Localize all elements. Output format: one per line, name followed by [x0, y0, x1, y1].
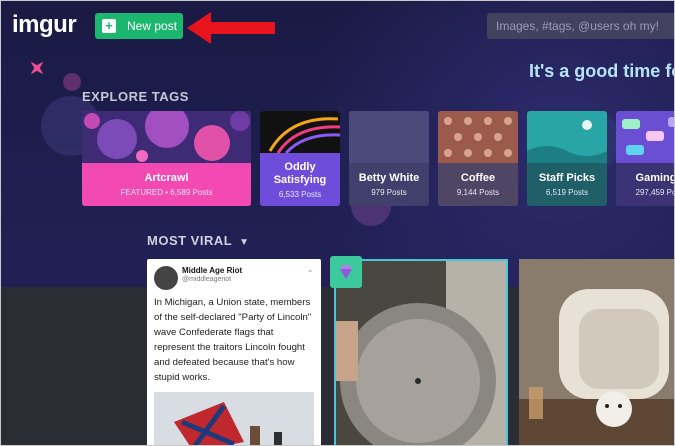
post-card[interactable] — [519, 259, 674, 445]
most-viral-dropdown[interactable]: MOST VIRAL ▼ — [147, 233, 249, 248]
tag-card-staff-picks[interactable]: Staff Picks 6,519 Posts — [527, 111, 607, 206]
tag-count: FEATURED • 6,589 Posts — [120, 188, 213, 197]
decorative-blob — [63, 73, 81, 91]
tweet-menu-icon: ⌄ — [307, 265, 314, 274]
tag-name: Gaming — [635, 172, 675, 184]
tag-name: Coffee — [460, 172, 496, 184]
tag-image — [438, 111, 518, 163]
imgur-logo[interactable]: imgur — [12, 11, 77, 39]
tag-card-gaming[interactable]: Gaming 297,459 Po — [616, 111, 675, 206]
tag-image — [260, 111, 340, 153]
tag-name: Artcrawl — [144, 172, 189, 184]
plus-icon: + — [102, 19, 116, 33]
tweet-author-handle: @middleageriot — [182, 276, 232, 283]
tag-card-artcrawl[interactable]: Artcrawl FEATURED • 6,589 Posts — [82, 111, 251, 206]
hero-tagline: It's a good time fo — [529, 61, 675, 81]
tag-count: 9,144 Posts — [456, 188, 500, 197]
red-arrow-annotation — [187, 12, 275, 44]
most-viral-label: MOST VIRAL — [147, 233, 232, 248]
tweet-text: In Michigan, a Union state, members of t… — [154, 297, 312, 383]
tag-image — [349, 111, 429, 163]
tag-name: Betty White — [358, 172, 420, 184]
tag-card-oddly-satisfying[interactable]: Oddly Satisfying 6,533 Posts — [260, 111, 340, 206]
tag-name: Staff Picks — [538, 172, 596, 184]
tag-image — [616, 111, 674, 163]
trophy-badge-icon — [330, 256, 362, 288]
new-post-label: New post — [127, 19, 178, 33]
tag-count: 6,519 Posts — [545, 188, 589, 197]
search-input[interactable]: Images, #tags, @users oh my! — [487, 13, 674, 39]
tweet-author-name: Middle Age Riot — [182, 266, 243, 275]
tweet-avatar — [154, 266, 178, 290]
tag-image — [82, 111, 251, 163]
caret-down-icon: ▼ — [239, 237, 250, 248]
tag-count: 979 Posts — [371, 188, 407, 197]
tag-count: 6,533 Posts — [278, 189, 322, 199]
post-card[interactable]: Middle Age Riot @middleageriot ⌄ In Mich… — [147, 259, 321, 445]
tag-card-betty-white[interactable]: Betty White 979 Posts — [349, 111, 429, 206]
sparkle-icon — [30, 61, 44, 75]
new-post-button[interactable]: + New post — [95, 13, 183, 39]
post-image — [519, 259, 674, 445]
tweet-photo — [154, 392, 314, 445]
tag-count: 297,459 Po — [635, 188, 675, 197]
tag-card-coffee[interactable]: Coffee 9,144 Posts — [438, 111, 518, 206]
imgur-page: imgur + New post Images, #tags, @users o… — [0, 0, 675, 446]
post-image — [336, 261, 506, 445]
tag-name: Oddly Satisfying — [273, 160, 327, 186]
tag-image — [527, 111, 607, 163]
explore-tags-heading: EXPLORE TAGS — [82, 89, 189, 104]
